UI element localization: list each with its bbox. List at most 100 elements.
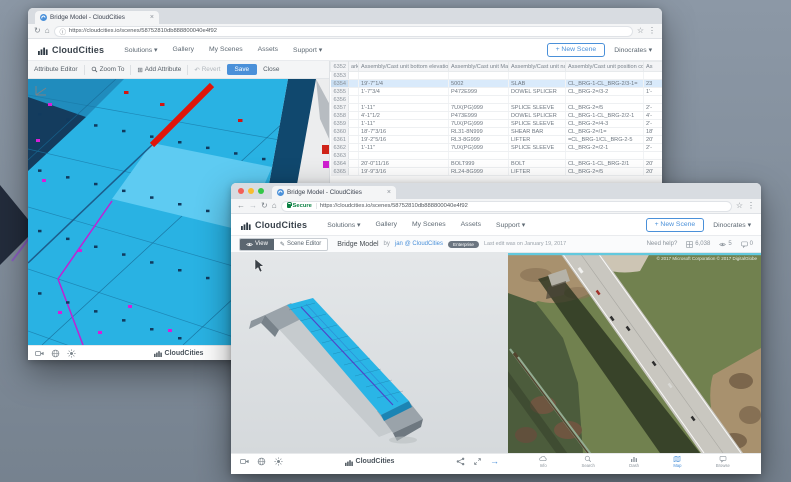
table-cell[interactable]: 7UX(PG)999: [449, 120, 509, 128]
table-cell[interactable]: [359, 152, 449, 160]
table-cell[interactable]: 19'-9"3/16: [359, 168, 449, 176]
table-cell[interactable]: 1'-11": [359, 144, 449, 152]
table-cell[interactable]: CL_BRG-2=/2-1: [566, 144, 644, 152]
table-cell[interactable]: CL_BRG-2=/1=: [566, 128, 644, 136]
map-tool-dash[interactable]: Dash: [629, 455, 639, 468]
browser-tab[interactable]: Bridge Model - CloudCities ×: [35, 11, 159, 24]
tab-close-icon[interactable]: ×: [150, 14, 154, 21]
table-cell[interactable]: [509, 152, 566, 160]
save-button[interactable]: Save: [227, 64, 258, 75]
window-controls[interactable]: [238, 183, 264, 199]
bookmark-star-icon[interactable]: ☆: [637, 27, 644, 35]
secure-badge[interactable]: Secure: [287, 203, 317, 209]
table-cell[interactable]: CL_BRG-2=/3-2: [566, 88, 644, 96]
table-cell[interactable]: [349, 104, 359, 112]
table-cell[interactable]: 20'-0"11/16: [359, 160, 449, 168]
url-field[interactable]: Secure https://cloudcities.io/scenes/587…: [281, 201, 732, 212]
table-cell[interactable]: [349, 152, 359, 160]
table-cell[interactable]: [349, 144, 359, 152]
model-3d-pane[interactable]: [231, 253, 508, 453]
table-cell[interactable]: RL3-8G999: [449, 136, 509, 144]
table-cell[interactable]: CL_BRG-2=/5: [566, 104, 644, 112]
next-arrow-icon[interactable]: →: [490, 457, 499, 466]
table-cell[interactable]: 2'-: [644, 104, 663, 112]
table-row[interactable]: 636420'-0"11/16BOLT999BOLTCL_BRG-1-CL_BR…: [331, 160, 663, 168]
browser-menu-icon[interactable]: ⋮: [747, 202, 755, 210]
home-icon[interactable]: ⌂: [45, 27, 50, 35]
table-row[interactable]: 63584'-1"1/2P473E999DOWEL SPLICERCL_BRG-…: [331, 112, 663, 120]
globe-icon[interactable]: [51, 349, 60, 358]
table-cell[interactable]: [449, 96, 509, 104]
table-cell[interactable]: [349, 72, 359, 80]
table-cell[interactable]: [449, 152, 509, 160]
table-cell[interactable]: [349, 96, 359, 104]
add-attribute-button[interactable]: ⊞ Add Attribute: [137, 66, 181, 74]
table-row[interactable]: 6353: [331, 72, 663, 80]
table-cell[interactable]: 2'-: [644, 144, 663, 152]
table-cell[interactable]: SPLICE SLEEVE: [509, 144, 566, 152]
need-help-link[interactable]: Need help?: [647, 241, 678, 247]
table-cell[interactable]: [349, 136, 359, 144]
table-cell[interactable]: CL_BRG-2=/4-3: [566, 120, 644, 128]
table-cell[interactable]: SPLICE SLEEVE: [509, 120, 566, 128]
close-button[interactable]: Close: [263, 66, 279, 73]
table-row[interactable]: 635419'-7"1/45002SLABCL_BRG-1-CL_BRG-2/3…: [331, 80, 663, 88]
table-cell[interactable]: CL_BRG-1-CL_BRG-2/1: [566, 160, 644, 168]
zoom-window-icon[interactable]: [258, 188, 264, 194]
table-cell[interactable]: 20': [644, 168, 663, 176]
table-row[interactable]: 63621'-11"7UX(PG)999SPLICE SLEEVECL_BRG-…: [331, 144, 663, 152]
browser-window-viewer[interactable]: Bridge Model - CloudCities × ← → ↻ ⌂ Sec…: [231, 183, 761, 473]
home-icon[interactable]: ⌂: [272, 202, 277, 210]
attribute-table[interactable]: 6352arkAssembly/Cast unit bottom elevati…: [330, 61, 662, 176]
nav-link-gallery[interactable]: Gallery: [375, 221, 397, 229]
reload-icon[interactable]: ↻: [34, 27, 41, 35]
nav-link-gallery[interactable]: Gallery: [172, 46, 194, 54]
url-field[interactable]: ⓘ https://cloudcities.io/scenes/58752810…: [54, 26, 633, 37]
table-cell[interactable]: 19'-2"5/16: [359, 136, 449, 144]
nav-link-assets[interactable]: Assets: [461, 221, 481, 229]
back-icon[interactable]: ←: [237, 202, 245, 210]
bookmark-star-icon[interactable]: ☆: [736, 202, 743, 210]
table-cell[interactable]: 18'-7"3/16: [359, 128, 449, 136]
table-cell[interactable]: SPLICE SLEEVE: [509, 104, 566, 112]
table-cell[interactable]: [509, 96, 566, 104]
column-header[interactable]: As: [644, 62, 663, 72]
new-scene-button[interactable]: + New Scene: [547, 43, 606, 57]
table-cell[interactable]: 19'-7"1/4: [359, 80, 449, 88]
table-cell[interactable]: [509, 72, 566, 80]
table-cell[interactable]: 18': [644, 128, 663, 136]
forward-icon[interactable]: →: [249, 202, 257, 210]
sun-icon[interactable]: [67, 349, 76, 358]
table-cell[interactable]: CL_BRG-1-CL_BRG-2/3-1=: [566, 80, 644, 88]
nav-link-solutions[interactable]: Solutions ▾: [327, 221, 360, 229]
minimize-window-icon[interactable]: [248, 188, 254, 194]
table-cell[interactable]: 1'-11": [359, 120, 449, 128]
share-icon[interactable]: [456, 457, 465, 466]
table-cell[interactable]: [349, 168, 359, 176]
reload-icon[interactable]: ↻: [261, 202, 268, 210]
table-row[interactable]: 636519'-9"3/16RL24-8G999LIFTERCL_BRG-2=/…: [331, 168, 663, 176]
table-cell[interactable]: DOWEL SPLICER: [509, 88, 566, 96]
table-cell[interactable]: CL_BRG-1-CL_BRG-2/2-1: [566, 112, 644, 120]
table-cell[interactable]: 4'-: [644, 112, 663, 120]
table-cell[interactable]: [349, 120, 359, 128]
column-header[interactable]: Assembly/Cast unit Mark: [449, 62, 509, 72]
brand-logo[interactable]: CloudCities: [241, 220, 307, 230]
column-header[interactable]: ark: [349, 62, 359, 72]
nav-link-solutions[interactable]: Solutions ▾: [124, 46, 157, 54]
brand-logo[interactable]: CloudCities: [38, 45, 104, 55]
table-cell[interactable]: 1'-7"3/4: [359, 88, 449, 96]
table-cell[interactable]: RL31-8N999: [449, 128, 509, 136]
map-tool-map[interactable]: Map: [673, 455, 681, 468]
table-cell[interactable]: CL_BRG-2=/5: [566, 168, 644, 176]
zoom-to-button[interactable]: Zoom To: [91, 66, 125, 73]
sun-icon[interactable]: [274, 457, 283, 466]
table-cell[interactable]: LIFTER: [509, 168, 566, 176]
table-cell[interactable]: 2'-: [644, 120, 663, 128]
new-scene-button[interactable]: + New Scene: [646, 218, 705, 232]
table-cell[interactable]: RL24-8G999: [449, 168, 509, 176]
table-cell[interactable]: 7UX(PG)999: [449, 104, 509, 112]
table-cell[interactable]: [566, 72, 644, 80]
table-cell[interactable]: [349, 128, 359, 136]
table-cell[interactable]: [349, 112, 359, 120]
